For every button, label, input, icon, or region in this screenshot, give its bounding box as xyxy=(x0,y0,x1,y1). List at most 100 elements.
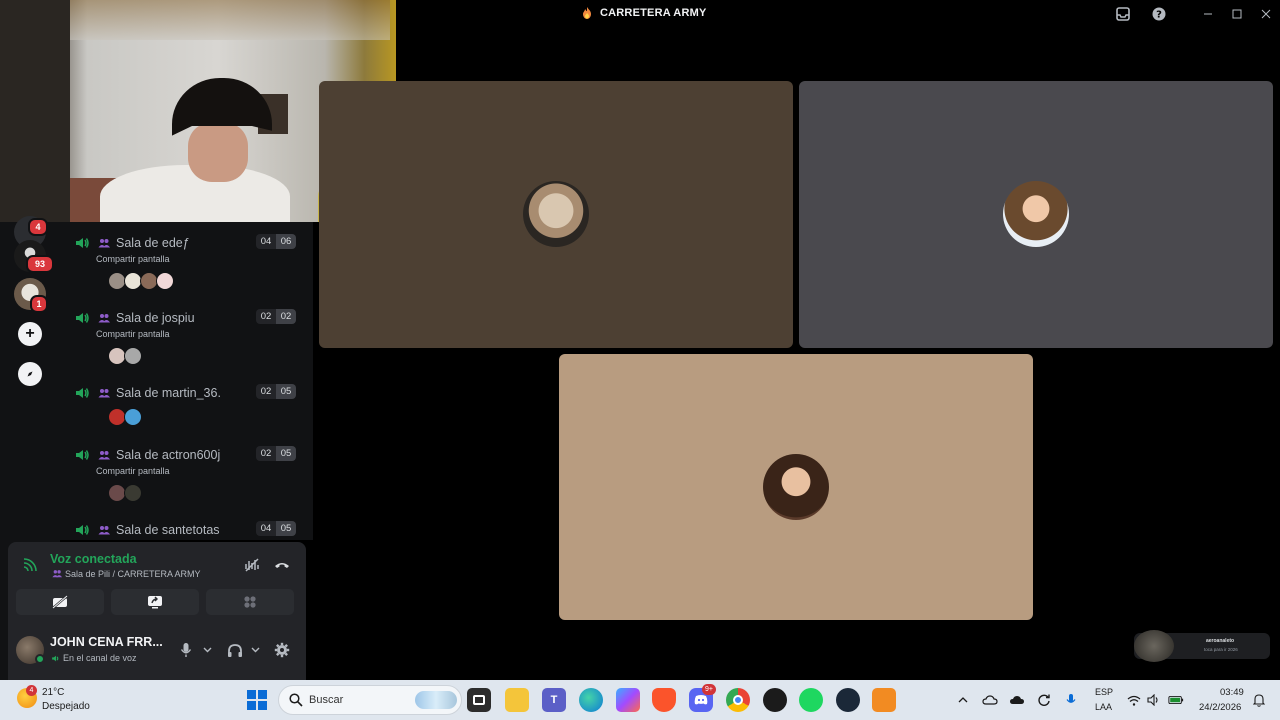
search-placeholder: Buscar xyxy=(309,694,344,706)
member-avatar[interactable] xyxy=(156,272,174,290)
signal-icon[interactable] xyxy=(22,557,38,573)
microphone-options-button[interactable] xyxy=(201,640,213,660)
obs-icon[interactable] xyxy=(763,688,787,712)
room-name: Sala de edeƒ xyxy=(116,236,190,250)
room-avatars xyxy=(108,408,142,426)
search-input[interactable]: Buscar xyxy=(278,685,462,715)
start-button[interactable] xyxy=(247,690,267,710)
room-count-current: 04 xyxy=(256,234,276,249)
input-language[interactable]: ESP xyxy=(1095,687,1113,697)
cloud-sync-icon[interactable] xyxy=(1009,692,1025,708)
voice-connection-panel: Voz conectada Sala de Pili / CARRETERA A… xyxy=(8,542,306,624)
room-name: Sala de santetotas xyxy=(116,523,220,537)
screen-share-button[interactable] xyxy=(111,589,199,615)
speaker-icon xyxy=(76,313,89,323)
user-name[interactable]: JOHN CENA FRR... xyxy=(50,635,163,649)
windows-taskbar: 4 21°C Despejado Buscar T 9+ ESP LAA 03:… xyxy=(0,680,1280,720)
battery-icon[interactable] xyxy=(1168,692,1184,708)
inbox-icon[interactable] xyxy=(1113,4,1133,24)
voice-channel-list: Sala de edeƒ 04 06 Compartir pantalla Sa… xyxy=(60,222,313,540)
brave-icon[interactable] xyxy=(652,688,676,712)
spotify-icon[interactable] xyxy=(799,688,823,712)
clock-time[interactable]: 03:49 xyxy=(1220,687,1244,698)
file-explorer-icon[interactable] xyxy=(505,688,529,712)
activities-icon xyxy=(244,596,256,608)
add-server-icon[interactable]: + xyxy=(18,322,42,346)
disconnect-icon[interactable] xyxy=(274,557,290,573)
room-header: Sala de actron600j xyxy=(74,446,220,464)
users-icon xyxy=(52,570,62,578)
clock-date[interactable]: 24/2/2026 xyxy=(1199,702,1241,713)
headphones-options-button[interactable] xyxy=(249,640,261,660)
room-counts: 02 05 xyxy=(256,446,296,461)
floating-stream-preview[interactable]: aeroanaleto toca para ir 2026 xyxy=(1134,630,1270,662)
room-header: Sala de edeƒ xyxy=(74,234,190,252)
voice-status[interactable]: Voz conectada xyxy=(50,552,137,566)
camera-off-button[interactable] xyxy=(16,589,104,615)
close-icon[interactable] xyxy=(1256,4,1276,24)
microphone-icon[interactable] xyxy=(1063,692,1079,708)
weather-description[interactable]: Despejado xyxy=(42,701,90,712)
member-avatar[interactable] xyxy=(124,408,142,426)
room-header: Sala de martin_36. xyxy=(74,384,221,402)
server-badge: 1 xyxy=(30,295,48,313)
weather-badge: 4 xyxy=(26,685,37,696)
preview-subtitle: toca para ir 2026 xyxy=(1204,647,1238,652)
room-counts: 04 06 xyxy=(256,234,296,249)
task-view-icon[interactable] xyxy=(467,688,491,712)
video-tile[interactable] xyxy=(799,81,1273,348)
room-count-limit: 05 xyxy=(276,446,296,461)
room-subtitle: Compartir pantalla xyxy=(96,329,170,339)
video-tile[interactable] xyxy=(559,354,1033,620)
room-count-current: 02 xyxy=(256,384,276,399)
notification-icon[interactable] xyxy=(1251,692,1267,708)
microphone-button[interactable] xyxy=(178,640,194,660)
room-subtitle: Compartir pantalla xyxy=(96,466,170,476)
speaker-icon xyxy=(76,238,89,248)
noise-suppression-icon[interactable] xyxy=(244,557,260,573)
activities-button[interactable] xyxy=(206,589,294,615)
copilot-icon[interactable] xyxy=(616,688,640,712)
discord-badge: 9+ xyxy=(702,684,716,695)
speaker-icon xyxy=(76,388,89,398)
chevron-up-icon[interactable] xyxy=(955,692,971,708)
member-avatar[interactable] xyxy=(124,484,142,502)
preview-title: aeroanaleto xyxy=(1206,638,1235,644)
room-header: Sala de jospiu xyxy=(74,309,195,327)
window-title: CARRETERA ARMY xyxy=(580,6,706,20)
volume-icon[interactable] xyxy=(1146,692,1162,708)
help-icon[interactable]: ? xyxy=(1149,4,1169,24)
refresh-icon[interactable] xyxy=(1036,692,1052,708)
onedrive-icon[interactable] xyxy=(982,692,998,708)
title-bar: CARRETERA ARMY ? xyxy=(396,0,1280,27)
webcam-shelf xyxy=(0,0,70,222)
minimize-icon[interactable] xyxy=(1198,4,1218,24)
chevron-down-icon xyxy=(203,647,211,653)
window-title-text: CARRETERA ARMY xyxy=(600,7,707,19)
headphones-button[interactable] xyxy=(226,640,244,660)
user-settings-button[interactable] xyxy=(273,640,291,660)
teams-icon[interactable]: T xyxy=(542,688,566,712)
room-avatars xyxy=(108,347,142,365)
weather-temperature[interactable]: 21°C xyxy=(42,687,64,698)
server-badge: 4 xyxy=(28,218,48,236)
voice-room-path[interactable]: Sala de Pili / CARRETERA ARMY xyxy=(65,569,201,579)
fl-studio-icon[interactable] xyxy=(872,688,896,712)
room-counts: 04 05 xyxy=(256,521,296,536)
participant-avatar xyxy=(523,181,589,247)
wifi-icon[interactable] xyxy=(1126,692,1142,708)
edge-icon[interactable] xyxy=(579,688,603,712)
member-avatar[interactable] xyxy=(124,347,142,365)
keyboard-layout[interactable]: LAA xyxy=(1095,702,1112,712)
chevron-down-icon xyxy=(251,647,259,653)
video-tile[interactable] xyxy=(319,81,793,348)
room-header: Sala de santetotas xyxy=(74,521,220,539)
room-counts: 02 02 xyxy=(256,309,296,324)
explore-icon[interactable] xyxy=(18,362,42,386)
speaker-icon xyxy=(76,525,89,535)
room-count-limit: 02 xyxy=(276,309,296,324)
chrome-icon[interactable] xyxy=(726,688,750,712)
room-count-limit: 05 xyxy=(276,384,296,399)
maximize-icon[interactable] xyxy=(1227,4,1247,24)
steam-icon[interactable] xyxy=(836,688,860,712)
